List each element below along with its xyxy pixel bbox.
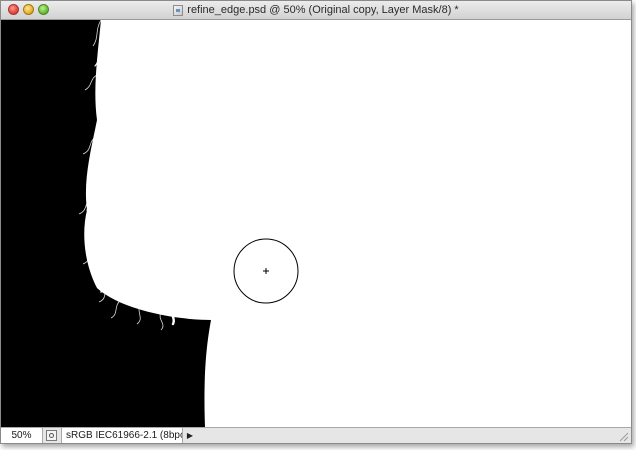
image-canvas[interactable] [1,20,631,427]
status-menu-arrow-icon[interactable]: ▶ [185,429,195,442]
zoom-level-field[interactable]: 50% [1,428,43,443]
layer-mask-image [1,20,631,427]
resize-grip-icon[interactable] [617,430,629,442]
window-title: refine_edge.psd @ 50% (Original copy, La… [187,4,459,16]
window-title-group: refine_edge.psd @ 50% (Original copy, La… [1,1,631,19]
status-bar: 50% sRGB IEC61966-2.1 (8bpc) ▶ [1,427,631,443]
document-info-text: sRGB IEC61966-2.1 (8bpc) [61,428,183,443]
document-window: refine_edge.psd @ 50% (Original copy, La… [0,0,632,444]
color-profile-icon [46,430,57,441]
psd-document-icon [173,4,184,16]
title-bar[interactable]: refine_edge.psd @ 50% (Original copy, La… [1,1,631,20]
